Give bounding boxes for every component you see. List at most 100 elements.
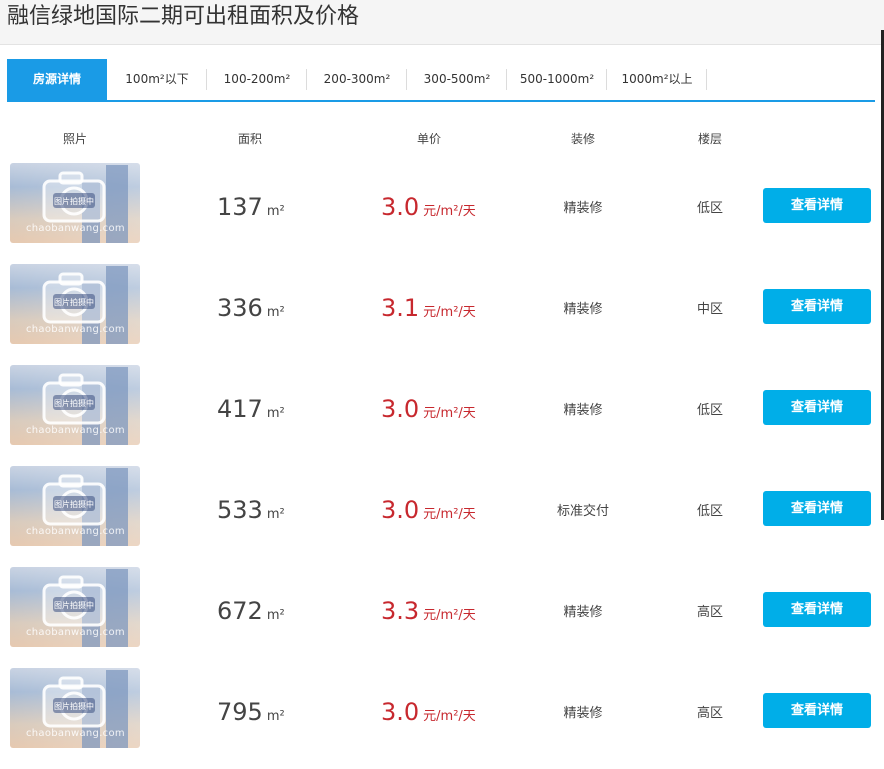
tab-100-200[interactable]: 100-200m² (207, 59, 307, 100)
price-unit: 元/m²/天 (423, 305, 476, 320)
table-row: 图片拍摄中 chaobanwang.com 137 m² 3.0 元/m²/天 精装… (0, 163, 884, 264)
tab-over-1000[interactable]: 1000m²以上 (607, 59, 707, 100)
view-details-button[interactable]: 查看详情 (763, 491, 871, 526)
view-details-button[interactable]: 查看详情 (763, 592, 871, 627)
price-unit: 元/m²/天 (423, 507, 476, 522)
table-row: 图片拍摄中 chaobanwang.com 417 m² 3.0 元/m²/天 精装… (0, 365, 884, 466)
photo-watermark: chaobanwang.com (26, 627, 125, 638)
listing-photo[interactable]: 图片拍摄中 chaobanwang.com (10, 466, 140, 546)
tab-under-100[interactable]: 100m²以下 (107, 59, 207, 100)
price-value: 3.0 (381, 698, 420, 726)
area-unit: m² (266, 608, 285, 623)
price-unit: 元/m²/天 (423, 406, 476, 421)
photo-watermark: chaobanwang.com (26, 324, 125, 335)
listing-floor: 中区 (696, 302, 723, 317)
view-details-button[interactable]: 查看详情 (763, 390, 871, 425)
listing-area: 336 m² (217, 294, 285, 322)
table-row: 图片拍摄中 chaobanwang.com 672 m² 3.3 元/m²/天 精装… (0, 567, 884, 668)
listing-area: 417 m² (217, 395, 285, 423)
area-unit: m² (266, 305, 285, 320)
listing-photo[interactable]: 图片拍摄中 chaobanwang.com (10, 567, 140, 647)
page-header: 融信绿地国际二期可出租面积及价格 (0, 0, 884, 45)
area-unit: m² (266, 204, 285, 219)
listing-price: 3.0 元/m²/天 (381, 193, 476, 221)
listing-floor: 高区 (696, 605, 723, 620)
view-details-button[interactable]: 查看详情 (763, 693, 871, 728)
column-header-photo: 照片 (62, 132, 87, 146)
area-filter-tabs: 房源详情 100m²以下 100-200m² 200-300m² 300-500… (7, 59, 875, 102)
table-row: 图片拍摄中 chaobanwang.com 533 m² 3.0 元/m²/天 标准… (0, 466, 884, 567)
area-value: 336 (217, 294, 263, 322)
area-unit: m² (266, 507, 285, 522)
camera-icon: 图片拍摄中 (42, 474, 106, 526)
photo-pending-badge: 图片拍摄中 (54, 297, 94, 307)
listing-price: 3.0 元/m²/天 (381, 395, 476, 423)
tab-listing-details[interactable]: 房源详情 (7, 59, 107, 100)
listing-price: 3.1 元/m²/天 (381, 294, 476, 322)
listing-photo[interactable]: 图片拍摄中 chaobanwang.com (10, 365, 140, 445)
listing-photo[interactable]: 图片拍摄中 chaobanwang.com (10, 668, 140, 748)
table-row: 图片拍摄中 chaobanwang.com 795 m² 3.0 元/m²/天 精装… (0, 668, 884, 769)
area-value: 137 (217, 193, 263, 221)
photo-pending-badge: 图片拍摄中 (54, 600, 94, 610)
area-value: 417 (217, 395, 263, 423)
area-unit: m² (266, 709, 285, 724)
photo-watermark: chaobanwang.com (26, 425, 125, 436)
photo-pending-badge: 图片拍摄中 (54, 196, 94, 206)
price-value: 3.0 (381, 193, 420, 221)
price-value: 3.3 (381, 597, 420, 625)
listing-floor: 低区 (696, 403, 723, 418)
photo-watermark: chaobanwang.com (26, 526, 125, 537)
price-value: 3.1 (381, 294, 420, 322)
listing-price: 3.3 元/m²/天 (381, 597, 476, 625)
camera-icon: 图片拍摄中 (42, 272, 106, 324)
listing-decoration: 精装修 (563, 605, 603, 620)
view-details-button[interactable]: 查看详情 (763, 289, 871, 324)
listing-photo[interactable]: 图片拍摄中 chaobanwang.com (10, 163, 140, 243)
price-value: 3.0 (381, 395, 420, 423)
tab-200-300[interactable]: 200-300m² (307, 59, 407, 100)
tab-divider (706, 69, 707, 90)
listing-decoration: 标准交付 (556, 504, 609, 519)
table-row: 图片拍摄中 chaobanwang.com 336 m² 3.1 元/m²/天 精装… (0, 264, 884, 365)
listing-area: 533 m² (217, 496, 285, 524)
listing-floor: 低区 (696, 504, 723, 519)
photo-pending-badge: 图片拍摄中 (54, 398, 94, 408)
column-header-price: 单价 (416, 132, 441, 146)
camera-icon: 图片拍摄中 (42, 676, 106, 728)
photo-watermark: chaobanwang.com (26, 223, 125, 234)
tab-500-1000[interactable]: 500-1000m² (507, 59, 607, 100)
price-unit: 元/m²/天 (423, 709, 476, 724)
price-unit: 元/m²/天 (423, 608, 476, 623)
camera-icon: 图片拍摄中 (42, 575, 106, 627)
column-header-floor: 楼层 (697, 132, 722, 146)
listing-decoration: 精装修 (563, 403, 603, 418)
listing-decoration: 精装修 (563, 201, 603, 216)
price-value: 3.0 (381, 496, 420, 524)
price-unit: 元/m²/天 (423, 204, 476, 219)
listing-decoration: 精装修 (563, 302, 603, 317)
area-value: 672 (217, 597, 263, 625)
page-title: 融信绿地国际二期可出租面积及价格 (7, 4, 360, 29)
camera-icon: 图片拍摄中 (42, 171, 106, 223)
listing-price: 3.0 元/m²/天 (381, 698, 476, 726)
listing-area: 672 m² (217, 597, 285, 625)
listing-floor: 高区 (696, 706, 723, 721)
tab-300-500[interactable]: 300-500m² (407, 59, 507, 100)
view-details-button[interactable]: 查看详情 (763, 188, 871, 223)
listing-area: 137 m² (217, 193, 285, 221)
area-value: 533 (217, 496, 263, 524)
listing-floor: 低区 (696, 201, 723, 216)
area-value: 795 (217, 698, 263, 726)
listing-decoration: 精装修 (563, 706, 603, 721)
photo-watermark: chaobanwang.com (26, 728, 125, 739)
area-unit: m² (266, 406, 285, 421)
photo-pending-badge: 图片拍摄中 (54, 499, 94, 509)
listing-price: 3.0 元/m²/天 (381, 496, 476, 524)
photo-pending-badge: 图片拍摄中 (54, 701, 94, 711)
listing-photo[interactable]: 图片拍摄中 chaobanwang.com (10, 264, 140, 344)
column-header-area: 面积 (237, 132, 262, 146)
column-header-decoration: 装修 (570, 132, 595, 146)
listing-area: 795 m² (217, 698, 285, 726)
camera-icon: 图片拍摄中 (42, 373, 106, 425)
